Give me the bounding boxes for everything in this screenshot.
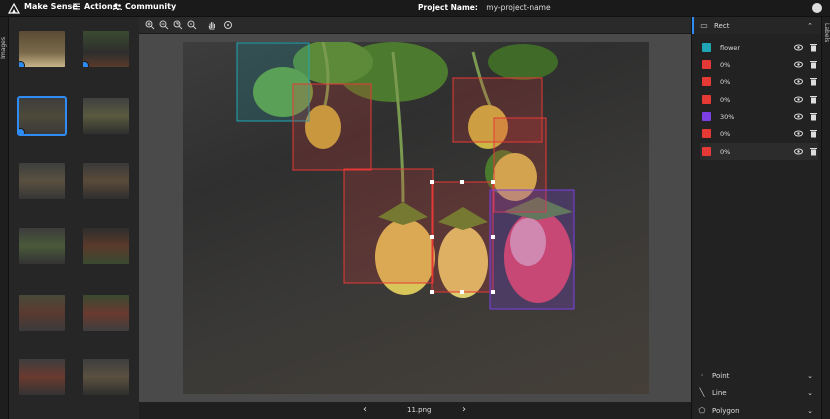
label-row[interactable]: 30% xyxy=(700,108,818,125)
zoom-out-icon[interactable] xyxy=(159,20,169,30)
trash-icon[interactable] xyxy=(809,129,818,138)
editor-canvas[interactable] xyxy=(139,34,691,402)
label-row[interactable]: 0% xyxy=(700,91,818,108)
eye-icon[interactable] xyxy=(794,77,803,86)
chevron-down-icon[interactable]: ⌄ xyxy=(807,372,813,380)
eye-icon[interactable] xyxy=(794,147,803,156)
nav-community-label: Community xyxy=(125,2,177,11)
line-section-title: Line xyxy=(712,388,727,397)
polygon-section-title: Polygon xyxy=(712,406,740,415)
point-icon: · xyxy=(700,371,704,380)
polygon-section-header[interactable]: ⬠ Polygon ⌄ xyxy=(692,402,821,419)
label-color-swatch[interactable] xyxy=(702,95,711,104)
nav-community[interactable]: Community xyxy=(113,2,176,11)
image-thumbnail[interactable] xyxy=(83,359,129,395)
point-section-header[interactable]: · Point ⌄ xyxy=(692,367,821,384)
image-thumbnail-selected[interactable] xyxy=(17,96,67,136)
image-navigation-bar: ‹ 11.png › xyxy=(139,402,691,419)
crosshair-icon[interactable] xyxy=(223,20,233,30)
line-section-header[interactable]: ╲ Line ⌄ xyxy=(692,384,821,401)
trash-icon[interactable] xyxy=(809,60,818,69)
label-row[interactable]: 0% xyxy=(700,56,818,73)
project-name-area: Project Name: xyxy=(418,3,557,12)
label-color-swatch[interactable] xyxy=(702,129,711,138)
make-sense-logo-icon xyxy=(8,3,20,14)
label-name[interactable]: 0% xyxy=(720,96,788,104)
point-section-title: Point xyxy=(712,371,730,380)
label-row[interactable]: 0% xyxy=(700,73,818,90)
checkmark-icon xyxy=(83,61,89,67)
trash-icon[interactable] xyxy=(809,77,818,86)
trash-icon[interactable] xyxy=(809,147,818,156)
eye-icon[interactable] xyxy=(794,129,803,138)
chevron-down-icon[interactable]: ⌄ xyxy=(807,407,813,415)
images-tab-label: Images xyxy=(0,37,7,59)
image-thumbnail[interactable] xyxy=(83,295,129,331)
rect-icon: ▭ xyxy=(700,21,708,30)
line-icon: ╲ xyxy=(699,388,705,397)
label-name[interactable]: 0% xyxy=(720,61,788,69)
eye-icon[interactable] xyxy=(794,43,803,52)
label-row-active[interactable]: 0% xyxy=(700,143,818,160)
strawberry-photo xyxy=(236,42,575,310)
current-filename: 11.png xyxy=(407,406,432,414)
annotated-image[interactable] xyxy=(183,42,649,394)
hand-icon[interactable] xyxy=(207,20,217,30)
label-color-swatch[interactable] xyxy=(702,77,711,86)
checkmark-icon xyxy=(19,128,25,134)
actions-icon xyxy=(73,3,80,10)
label-name[interactable]: 0% xyxy=(720,78,788,86)
rect-section-header[interactable]: ▭ Rect ⌃ xyxy=(692,17,821,34)
chevron-down-icon[interactable]: ⌄ xyxy=(807,389,813,397)
chevron-up-icon[interactable]: ⌃ xyxy=(807,22,813,30)
label-color-swatch[interactable] xyxy=(702,60,711,69)
trash-icon[interactable] xyxy=(809,112,818,121)
labels-panel: ▭ Rect ⌃ flower 0% 0% 0% 30% 0% 0% · Poi… xyxy=(691,17,821,419)
zoom-reset-icon[interactable] xyxy=(187,20,197,30)
trash-icon[interactable] xyxy=(809,95,818,104)
image-thumbnail[interactable] xyxy=(83,228,129,264)
label-color-swatch[interactable] xyxy=(702,43,711,52)
checkmark-icon xyxy=(19,61,25,67)
chevron-left-icon[interactable]: ‹ xyxy=(363,404,367,415)
nav-actions[interactable]: Actions xyxy=(72,2,117,11)
chevron-right-icon[interactable]: › xyxy=(462,404,466,415)
trash-icon[interactable] xyxy=(809,43,818,52)
image-thumbnail-list[interactable] xyxy=(9,17,139,419)
image-thumbnail[interactable] xyxy=(83,98,129,134)
labels-tab[interactable]: Labels xyxy=(821,17,830,419)
editor-toolbar xyxy=(139,17,691,34)
image-thumbnail[interactable] xyxy=(83,31,129,67)
labels-tab-label: Labels xyxy=(823,23,830,43)
polygon-icon: ⬠ xyxy=(698,406,706,415)
zoom-fit-icon[interactable] xyxy=(173,20,183,30)
eye-icon[interactable] xyxy=(794,112,803,121)
github-icon[interactable] xyxy=(812,3,822,13)
zoom-in-icon[interactable] xyxy=(145,20,155,30)
eye-icon[interactable] xyxy=(794,60,803,69)
rect-section-title: Rect xyxy=(714,21,730,30)
image-thumbnail[interactable] xyxy=(19,228,65,264)
label-name[interactable]: 0% xyxy=(720,130,788,138)
image-thumbnail[interactable] xyxy=(83,163,129,199)
image-thumbnail[interactable] xyxy=(19,163,65,199)
community-icon xyxy=(113,3,122,11)
label-name[interactable]: flower xyxy=(720,44,788,52)
images-tab[interactable]: Images xyxy=(0,17,9,419)
project-name-label: Project Name: xyxy=(418,3,478,12)
app-brand[interactable]: Make Sense xyxy=(24,2,78,11)
label-row[interactable]: 0% xyxy=(700,125,818,142)
image-thumbnail[interactable] xyxy=(19,359,65,395)
label-color-swatch[interactable] xyxy=(702,147,711,156)
eye-icon[interactable] xyxy=(794,95,803,104)
label-name[interactable]: 0% xyxy=(720,148,788,156)
image-thumbnail[interactable] xyxy=(19,295,65,331)
project-name-input[interactable] xyxy=(486,3,557,12)
image-thumbnail[interactable] xyxy=(19,31,65,67)
label-color-swatch[interactable] xyxy=(702,112,711,121)
label-name[interactable]: 30% xyxy=(720,113,788,121)
top-bar: Make Sense Actions Community Project Nam… xyxy=(0,0,830,17)
label-row[interactable]: flower xyxy=(700,39,818,56)
